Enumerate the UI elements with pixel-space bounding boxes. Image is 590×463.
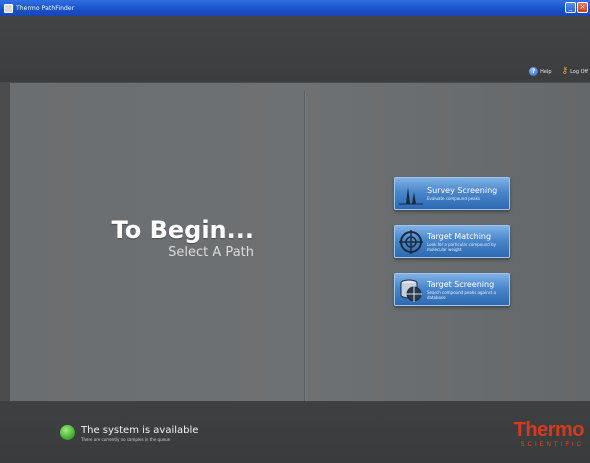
status-subtitle: There are currently no samples in the qu… (81, 437, 171, 442)
target-screening-button[interactable]: Target Screening Search compound peaks a… (394, 273, 510, 306)
minimize-button[interactable]: _ (565, 2, 576, 13)
panel-divider (304, 91, 305, 401)
help-icon: ? (529, 67, 539, 76)
window-controls: _ × (565, 2, 588, 13)
status-indicator-icon (60, 425, 75, 440)
target-matching-description: Look for a particular compound by molecu… (427, 241, 496, 252)
survey-screening-description: Evaluate compound peaks (427, 196, 481, 201)
status-title: The system is available (81, 425, 199, 436)
target-screening-description: Search compound peaks against a database (427, 289, 497, 300)
begin-block: To Begin... Select A Path (74, 216, 254, 261)
target-screening-label: Target Screening (427, 279, 495, 289)
status-footer: The system is available There are curren… (0, 401, 590, 463)
help-label: Help (540, 68, 552, 75)
help-link[interactable]: ? Help (529, 67, 552, 76)
main-panel: To Begin... Select A Path Survey Screeni… (10, 83, 590, 401)
page-subtitle: Select A Path (168, 245, 254, 260)
target-matching-label: Target Matching (427, 231, 492, 241)
close-button[interactable]: × (577, 2, 588, 13)
window-title: Thermo PathFinder (16, 4, 75, 12)
key-icon: ⚷ (561, 66, 569, 76)
page-title: To Begin... (111, 216, 254, 244)
app-header: ? Help ⚷ Log Off (0, 16, 590, 82)
target-icon (398, 229, 424, 255)
logoff-link[interactable]: ⚷ Log Off (562, 67, 589, 76)
logoff-label: Log Off (570, 68, 588, 75)
logo-main-text: Thermo (513, 419, 585, 441)
logo-sub-text: SCIENTIFIC (520, 442, 584, 448)
target-matching-button[interactable]: Target Matching Look for a particular co… (394, 225, 510, 258)
peaks-icon (398, 181, 424, 207)
survey-screening-label: Survey Screening (427, 186, 498, 195)
header-links: ? Help ⚷ Log Off (529, 67, 588, 76)
database-target-icon (398, 277, 424, 303)
app-icon (4, 3, 13, 13)
survey-screening-button[interactable]: Survey Screening Evaluate compound peaks (394, 177, 510, 210)
window-titlebar: Thermo PathFinder _ × (0, 0, 590, 16)
thermo-scientific-logo: Thermo SCIENTIFIC (513, 419, 585, 449)
